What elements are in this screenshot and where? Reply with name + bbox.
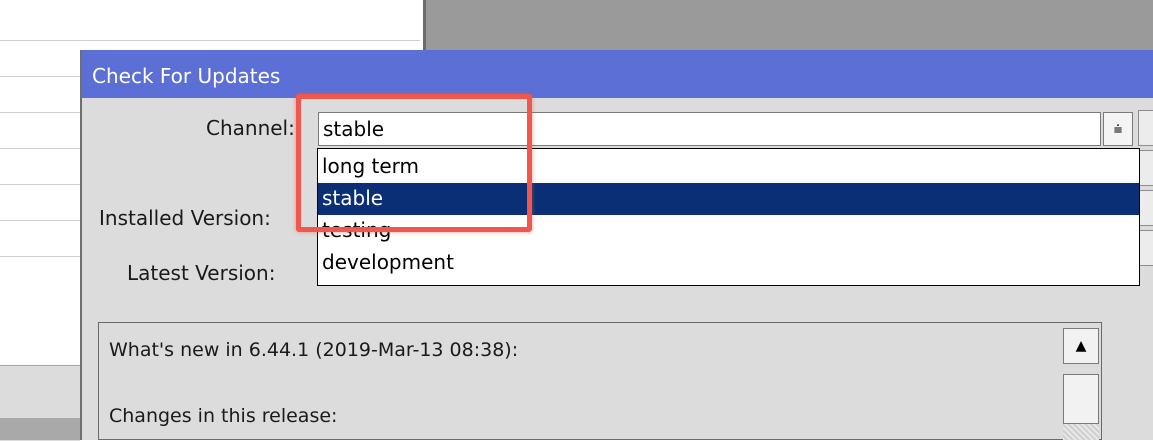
scroll-thumb[interactable] xyxy=(1063,374,1099,424)
list-divider xyxy=(0,40,420,41)
release-notes-panel[interactable]: What's new in 6.44.1 (2019-Mar-13 08:38)… xyxy=(98,322,1102,440)
option-development[interactable]: development xyxy=(318,247,1139,279)
scroll-track[interactable] xyxy=(1063,424,1099,440)
dropdown-arrow-icon: ⩧ xyxy=(1113,120,1123,138)
dialog-title: Check For Updates xyxy=(92,64,281,88)
dropdown-button[interactable]: ⩧ xyxy=(1103,112,1133,146)
channel-label: Channel: xyxy=(206,116,295,140)
notes-scrollbar[interactable]: ▲ xyxy=(1063,328,1101,440)
side-button[interactable] xyxy=(1138,110,1153,146)
check-for-updates-dialog: Check For Updates Channel: stable ⩧ Inst… xyxy=(80,50,1153,440)
highlight-annotation xyxy=(296,94,532,232)
title-bar[interactable]: Check For Updates xyxy=(82,50,1153,98)
side-button[interactable] xyxy=(1138,230,1153,266)
side-button[interactable] xyxy=(1138,150,1153,186)
latest-version-label: Latest Version: xyxy=(127,261,276,285)
background-panel xyxy=(0,418,80,440)
side-button[interactable] xyxy=(1138,190,1153,226)
scroll-up-button[interactable]: ▲ xyxy=(1063,328,1099,364)
scroll-up-arrow-icon: ▲ xyxy=(1075,338,1087,354)
notes-line: What's new in 6.44.1 (2019-Mar-13 08:38)… xyxy=(109,339,519,361)
notes-line: Changes in this release: xyxy=(109,405,338,427)
installed-version-label: Installed Version: xyxy=(99,206,271,230)
